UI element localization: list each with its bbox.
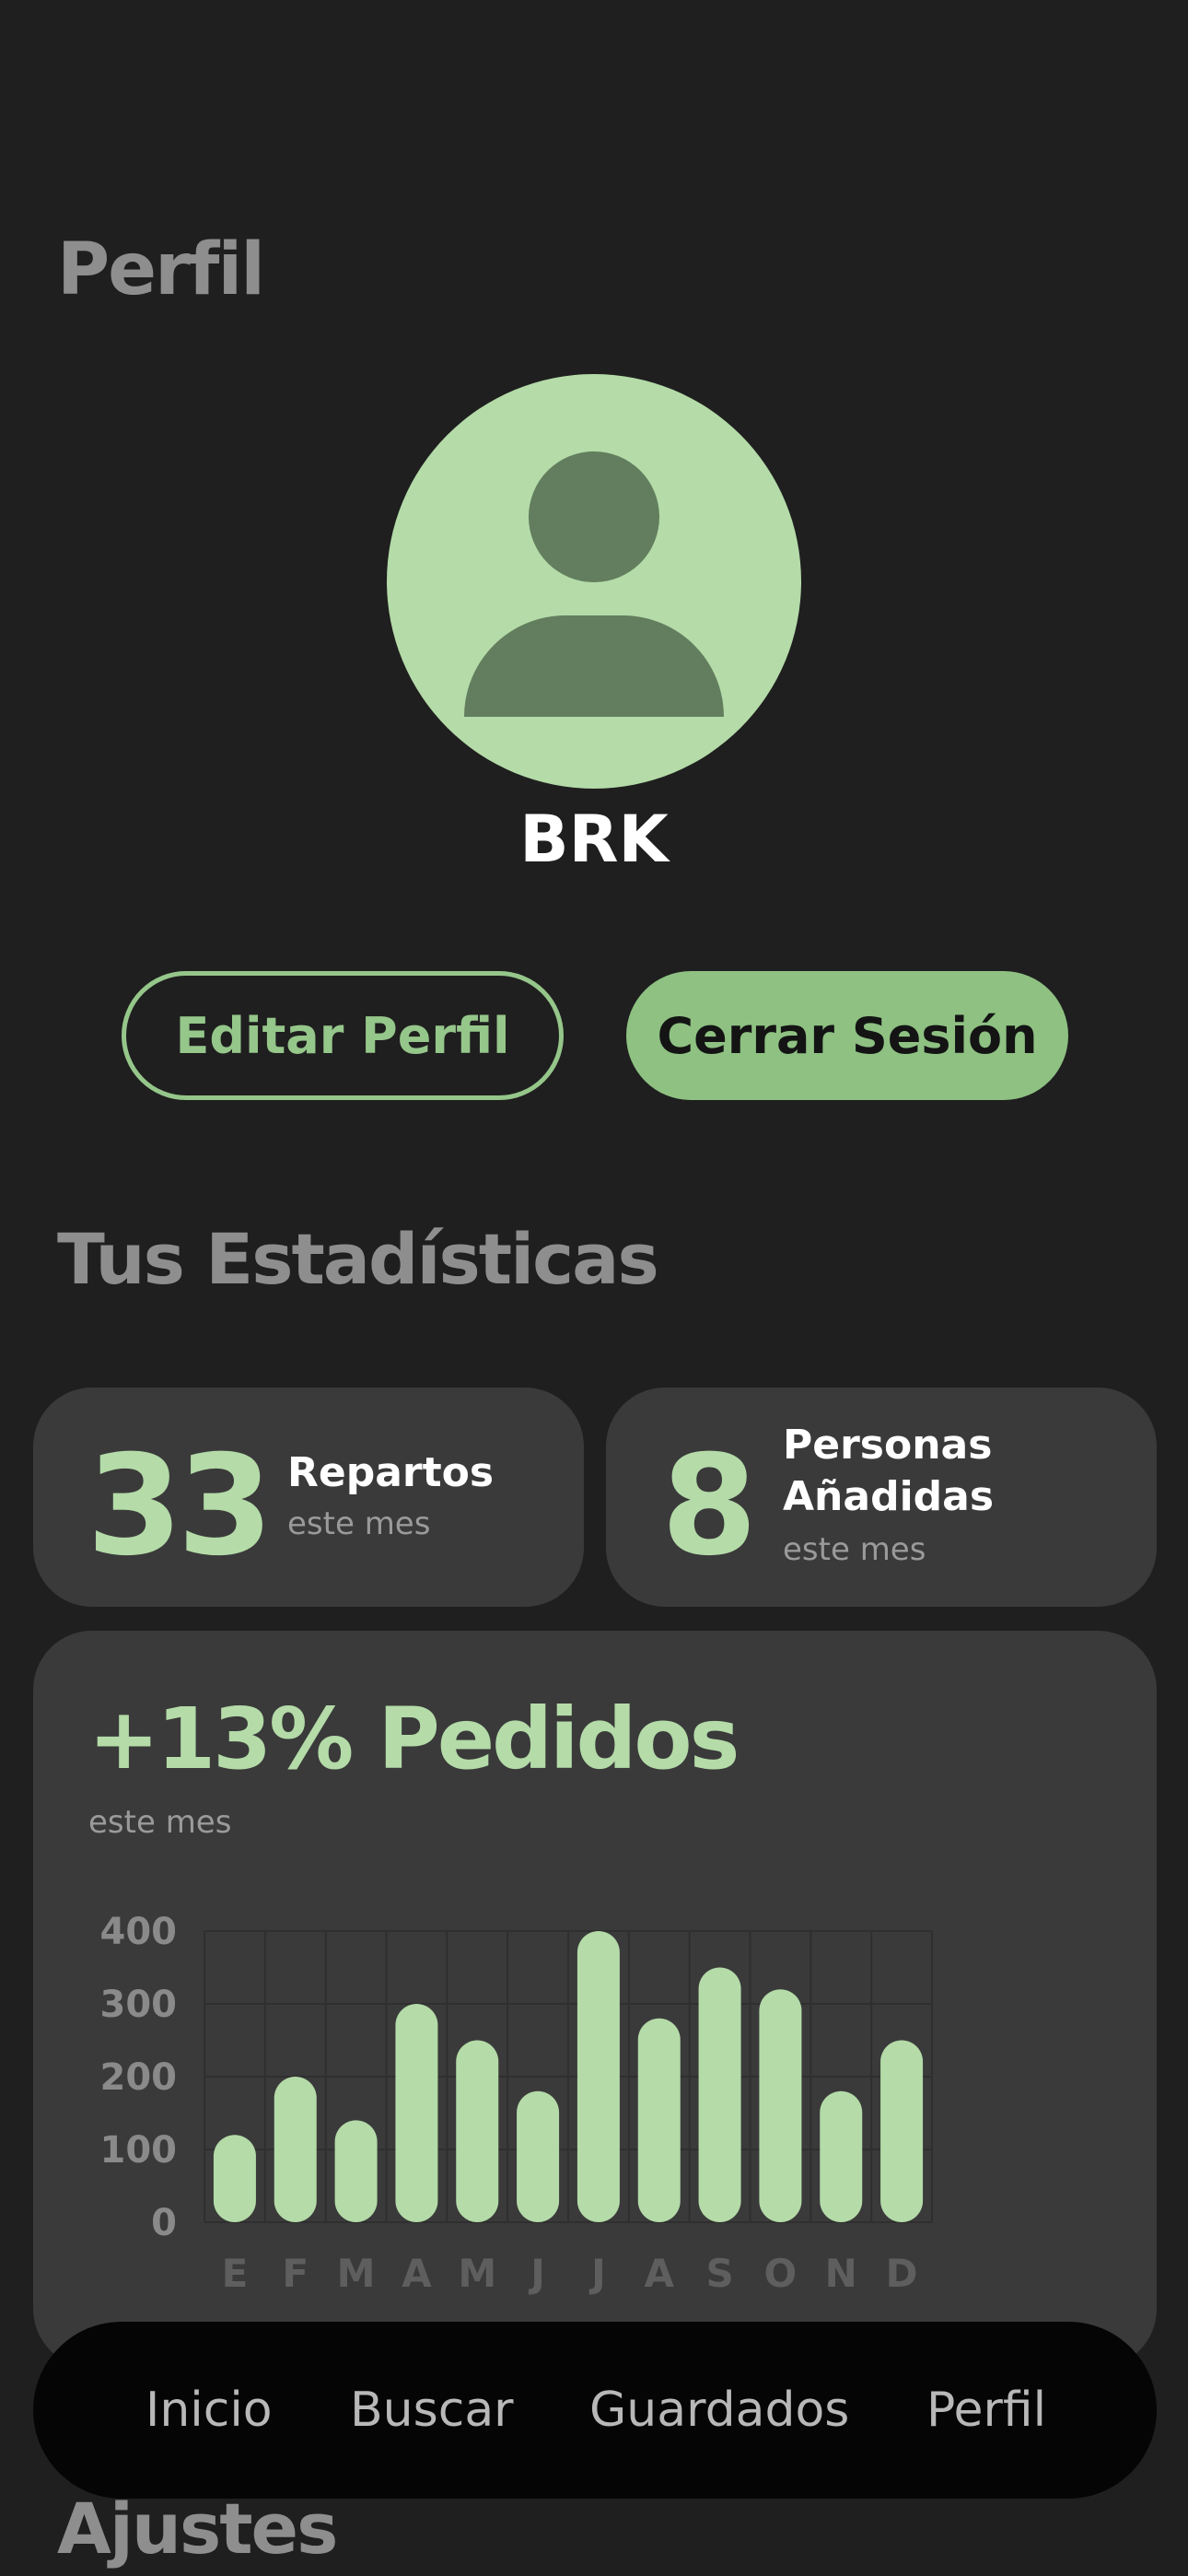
deliveries-label: Repartos bbox=[287, 1449, 495, 1496]
chart-bar bbox=[213, 2135, 256, 2222]
chart-bar bbox=[577, 1931, 620, 2222]
edit-profile-button[interactable]: Editar Perfil bbox=[122, 971, 564, 1100]
chart-bar bbox=[517, 2090, 560, 2222]
y-tick-label: 0 bbox=[151, 2202, 177, 2244]
user-avatar-body-icon bbox=[464, 615, 724, 717]
avatar[interactable] bbox=[387, 374, 801, 789]
chart-bar bbox=[759, 1989, 802, 2222]
chart-bar bbox=[698, 1967, 741, 2222]
nav-item-guardados[interactable]: Guardados bbox=[589, 2322, 849, 2499]
deliveries-sub: este mes bbox=[287, 1505, 431, 1542]
x-tick-label: F bbox=[282, 2251, 309, 2296]
x-tick-label: M bbox=[337, 2251, 376, 2296]
x-tick-label: N bbox=[825, 2251, 857, 2296]
stat-card-deliveries: 33 Repartos este mes bbox=[33, 1388, 584, 1607]
people-label-line1: Personas bbox=[783, 1422, 993, 1469]
y-tick-label: 300 bbox=[100, 1984, 178, 2026]
chart-bar bbox=[334, 2120, 378, 2222]
user-avatar-icon bbox=[529, 451, 659, 582]
page-title: Perfil bbox=[57, 228, 265, 311]
stats-section-title: Tus Estadísticas bbox=[57, 1218, 659, 1300]
nav-item-perfil[interactable]: Perfil bbox=[926, 2322, 1046, 2499]
y-tick-label: 400 bbox=[100, 1911, 178, 1953]
x-tick-label: J bbox=[528, 2251, 545, 2296]
x-tick-label: E bbox=[222, 2251, 249, 2296]
chart-bar bbox=[274, 2077, 317, 2222]
deliveries-count: 33 bbox=[87, 1426, 274, 1587]
orders-card: +13% Pedidos este mes 0 100 200 300 400 E F M A M… bbox=[33, 1631, 1157, 2368]
chart-bar bbox=[880, 2040, 924, 2222]
chart-bar bbox=[637, 2018, 681, 2222]
chart-bar bbox=[820, 2090, 863, 2222]
logout-button[interactable]: Cerrar Sesión bbox=[626, 971, 1068, 1100]
x-tick-label: J bbox=[588, 2251, 606, 2296]
chart-bar bbox=[456, 2040, 499, 2222]
x-tick-label: D bbox=[886, 2251, 918, 2296]
nav-item-buscar[interactable]: Buscar bbox=[350, 2322, 514, 2499]
people-label-line2: Añadidas bbox=[783, 1473, 995, 1520]
people-count: 8 bbox=[661, 1426, 757, 1587]
y-tick-label: 200 bbox=[100, 2056, 178, 2099]
chart-bar bbox=[395, 2004, 438, 2222]
x-tick-label: O bbox=[764, 2251, 798, 2296]
username: BRK bbox=[519, 802, 669, 877]
nav-item-inicio[interactable]: Inicio bbox=[146, 2322, 273, 2499]
people-sub: este mes bbox=[783, 1531, 926, 1568]
x-tick-label: M bbox=[458, 2251, 496, 2296]
x-tick-label: A bbox=[644, 2251, 674, 2296]
stat-card-people: 8 Personas Añadidas este mes bbox=[606, 1388, 1157, 1607]
settings-section-title: Ajustes bbox=[57, 2488, 338, 2570]
bottom-nav: Inicio Buscar Guardados Perfil bbox=[33, 2322, 1157, 2499]
x-tick-label: S bbox=[705, 2251, 733, 2296]
x-tick-label: A bbox=[402, 2251, 432, 2296]
orders-bar-chart: 0100200300400E F M A M J J A S O N D bbox=[100, 1911, 933, 2296]
y-tick-label: 100 bbox=[100, 2129, 178, 2172]
